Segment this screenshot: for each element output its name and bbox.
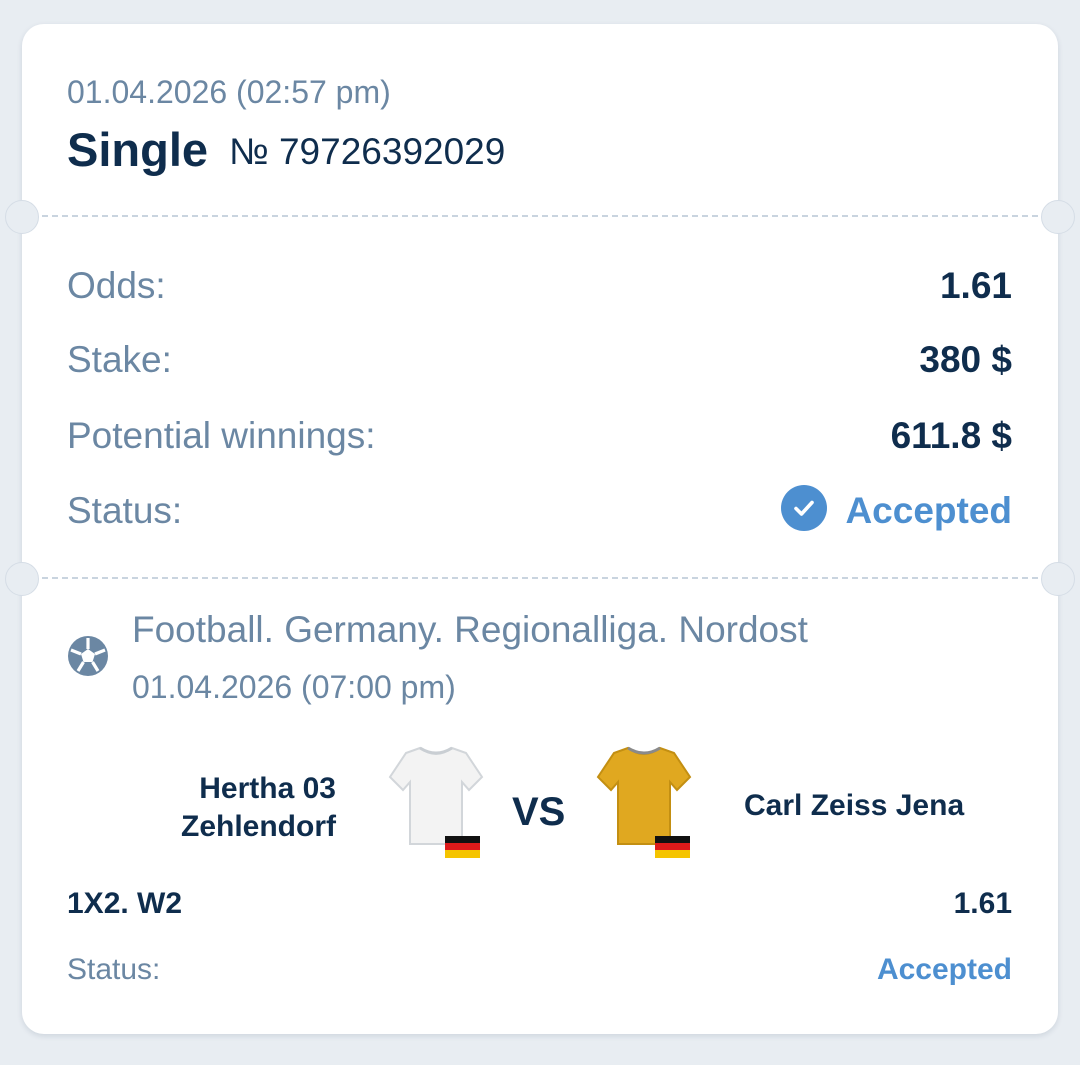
status-badge: Accepted: [845, 490, 1012, 531]
status-label: Status:: [67, 490, 183, 531]
event-date: 01.04.2026 (07:00 pm): [132, 669, 456, 705]
bet-type-title: Single: [67, 123, 209, 176]
divider: [22, 577, 1058, 579]
bet-card: 01.04.2026 (02:57 pm) Single № 797263920…: [5, 24, 1075, 1034]
event-league: Football. Germany. Regionalliga. Nordost: [132, 609, 808, 650]
market-label: 1X2. W2: [67, 887, 183, 920]
bet-number: № 79726392029: [229, 131, 506, 172]
check-circle-icon: [781, 485, 827, 531]
odds-label: Odds:: [67, 265, 166, 306]
winnings-value: 611.8 $: [890, 415, 1012, 456]
winnings-label: Potential winnings:: [67, 415, 376, 456]
germany-flag-icon: [655, 836, 690, 858]
germany-flag-icon: [445, 836, 480, 858]
event-status-badge: Accepted: [876, 953, 1012, 986]
ticket-notch-left: [5, 200, 39, 234]
stake-value: 380 $: [919, 339, 1012, 380]
divider: [22, 215, 1058, 217]
football-icon: [66, 634, 110, 678]
market-odds: 1.61: [953, 887, 1012, 920]
stake-label: Stake:: [67, 339, 172, 380]
odds-value: 1.61: [939, 265, 1012, 306]
home-team-name: Hertha 03 Zehlendorf: [181, 772, 336, 843]
ticket-notch-right: [1041, 200, 1075, 234]
bet-date: 01.04.2026 (02:57 pm): [67, 74, 391, 110]
event-status-label: Status:: [67, 953, 161, 986]
ticket-notch-right: [1041, 562, 1075, 596]
ticket-notch-left: [5, 562, 39, 596]
away-team-name: Carl Zeiss Jena: [744, 789, 965, 822]
vs-label: VS: [512, 790, 566, 834]
